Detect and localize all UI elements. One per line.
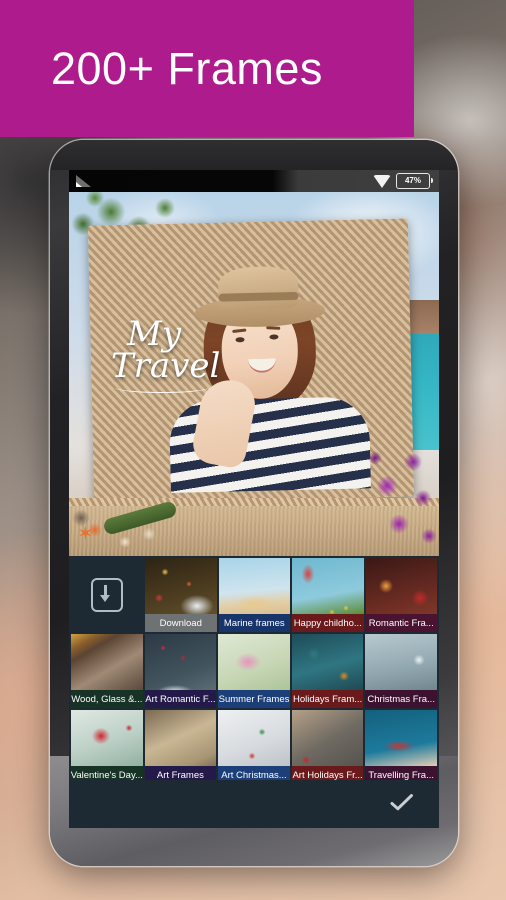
photo-caption-line-2: Travel bbox=[111, 346, 221, 387]
bottom-action-bar bbox=[69, 780, 439, 828]
frame-pack-item[interactable]: Wood, Glass &... bbox=[71, 634, 143, 708]
photo-canvas[interactable]: My Travel ✶ bbox=[69, 192, 439, 556]
frame-pack-label: Art Romantic F... bbox=[144, 690, 217, 708]
checkmark-icon[interactable] bbox=[391, 797, 417, 812]
frame-pack-item[interactable]: Holidays Fram... bbox=[291, 634, 364, 708]
frame-flowers bbox=[353, 436, 439, 556]
frame-pack-item[interactable]: Valentine's Day... bbox=[71, 710, 143, 784]
frame-pack-item[interactable]: Christmas Fra... bbox=[365, 634, 437, 708]
promo-banner: 200+ Frames bbox=[0, 0, 414, 137]
frame-pack-label: Summer Frames bbox=[218, 690, 290, 708]
status-bar-right: 47% bbox=[373, 173, 439, 189]
signal-bars-icon bbox=[76, 175, 91, 187]
promo-banner-title: 200+ Frames bbox=[51, 42, 323, 94]
photo-subject-brow-right bbox=[266, 326, 281, 330]
frame-starfish-icon: ✶ bbox=[77, 523, 94, 545]
frame-pack-item[interactable]: Happy childho... bbox=[292, 558, 364, 632]
battery-percent-label: 47% bbox=[404, 176, 421, 185]
status-bar: 47% bbox=[69, 170, 439, 192]
photo-caption[interactable]: My Travel bbox=[111, 317, 221, 387]
frame-pack-row: Wood, Glass &... Art Romantic F... Summe… bbox=[69, 634, 439, 708]
frame-pack-item[interactable]: Marine frames bbox=[218, 558, 290, 632]
frame-pack-item[interactable]: Art Christmas... bbox=[218, 710, 290, 784]
download-icon bbox=[91, 578, 123, 612]
frame-pack-label: Romantic Fra... bbox=[365, 614, 437, 632]
frame-pack-item[interactable]: Art Romantic F... bbox=[144, 634, 217, 708]
download-button[interactable] bbox=[71, 558, 143, 632]
frame-pack-item[interactable]: Download bbox=[145, 558, 217, 632]
frame-pack-row: Valentine's Day... Art Frames Art Christ… bbox=[69, 710, 439, 784]
app-root: 200+ Frames 47% My Travel ✶ Download Mar… bbox=[0, 0, 506, 900]
frame-pack-label: Happy childho... bbox=[292, 614, 364, 632]
wifi-icon bbox=[373, 174, 391, 188]
frame-pack-item[interactable]: Travelling Fra... bbox=[365, 710, 437, 784]
photo-caption-flourish bbox=[115, 382, 209, 393]
frame-pack-label: Christmas Fra... bbox=[365, 690, 437, 708]
frame-pack-label: Download bbox=[145, 614, 217, 632]
frame-pack-item[interactable]: Art Frames bbox=[144, 710, 217, 784]
frame-pack-item[interactable]: Summer Frames bbox=[218, 634, 290, 708]
frame-pack-item[interactable]: Art Holidays Fr... bbox=[291, 710, 364, 784]
battery-indicator: 47% bbox=[396, 173, 434, 189]
photo-subject-hat bbox=[194, 265, 326, 329]
frame-pack-label: Marine frames bbox=[218, 614, 290, 632]
frame-pack-item[interactable]: Romantic Fra... bbox=[365, 558, 437, 632]
phone-screen: 47% My Travel ✶ Download Marine frames H… bbox=[69, 170, 439, 828]
phone-device: 47% My Travel ✶ Download Marine frames H… bbox=[50, 140, 458, 866]
frame-pack-label: Holidays Fram... bbox=[291, 690, 364, 708]
frame-pack-label: Wood, Glass &... bbox=[71, 690, 143, 708]
phone-top-bezel bbox=[50, 140, 458, 170]
frame-pack-row: Download Marine frames Happy childho... … bbox=[69, 556, 439, 632]
